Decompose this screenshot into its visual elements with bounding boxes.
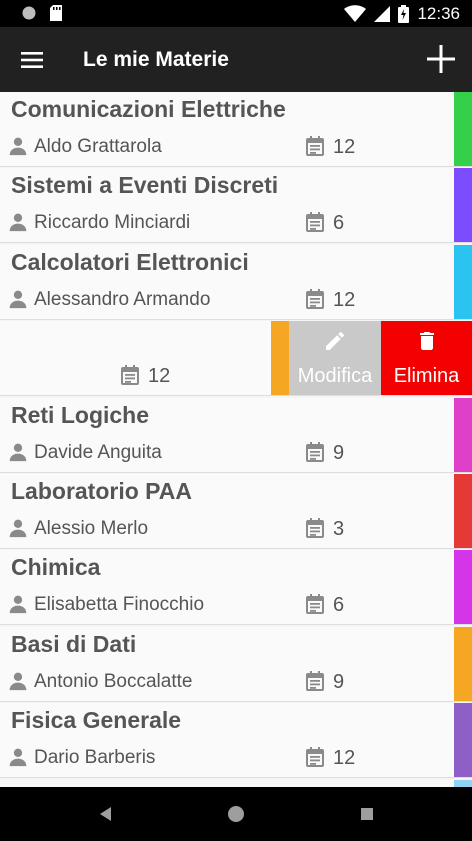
calendar-icon <box>303 745 327 769</box>
person-icon <box>8 442 28 462</box>
calendar-icon <box>303 516 327 540</box>
list-item[interactable]: Calcolatori Elettronici Alessandro Armand… <box>0 244 472 320</box>
color-stripe <box>454 474 472 548</box>
credits-value: 9 <box>333 441 345 464</box>
teacher-name: Antonio Boccalatte <box>34 670 193 692</box>
status-bar: 12:36 <box>0 0 472 27</box>
credits-value: 12 <box>148 365 171 388</box>
list-item-content <box>0 780 454 787</box>
color-stripe <box>454 397 472 472</box>
color-stripe <box>271 321 289 396</box>
teacher-name: Elisabetta Finocchio <box>34 594 205 616</box>
person-icon <box>8 212 28 232</box>
calendar-icon <box>303 210 327 234</box>
credits-value: 9 <box>333 670 345 693</box>
subject-name: Reti Logiche <box>11 401 150 428</box>
person-icon <box>8 289 28 309</box>
color-stripe <box>454 550 472 625</box>
signal-icon <box>374 6 391 22</box>
back-icon[interactable] <box>96 804 116 824</box>
subject-name: Comunicazioni Elettriche <box>11 96 286 122</box>
add-icon[interactable] <box>424 42 458 76</box>
teacher-name: Davide Anguita <box>34 441 162 463</box>
person-icon <box>8 747 28 767</box>
list-item[interactable]: atica12 Modifica Elimina <box>0 321 472 397</box>
subject-name: Fisica Generale <box>11 707 182 734</box>
credits-value: 3 <box>333 518 345 540</box>
list-item[interactable]: Reti Logiche Davide Anguita 9 <box>0 397 472 473</box>
teacher-name: Dario Barberis <box>34 747 156 769</box>
color-stripe <box>454 626 472 701</box>
color-stripe <box>454 92 472 166</box>
color-stripe <box>454 168 472 243</box>
trash-icon <box>415 329 439 365</box>
credits-value: 6 <box>333 212 345 235</box>
person-icon <box>8 594 28 614</box>
list-item-content: Sistemi a Eventi Discreti Riccardo Mincia… <box>0 168 454 242</box>
subject-name: Basi di Dati <box>11 630 137 657</box>
person-icon <box>8 136 28 156</box>
credits-value: 6 <box>333 594 345 617</box>
color-stripe <box>454 244 472 319</box>
calendar-icon <box>303 287 327 311</box>
list-item-content: Chimica Elisabetta Finocchio 6 <box>0 550 454 624</box>
list-item[interactable] <box>0 779 472 787</box>
delete-button[interactable]: Elimina <box>381 321 472 396</box>
menu-icon[interactable] <box>18 45 48 75</box>
wifi-icon <box>344 5 367 22</box>
calendar-icon <box>118 363 142 387</box>
subject-name: Sistemi a Eventi Discreti <box>11 172 279 199</box>
person-icon <box>8 671 28 691</box>
app-bar: Le mie Materie <box>0 27 472 92</box>
list-item[interactable]: Fisica Generale Dario Barberis 12 <box>0 703 472 779</box>
list-item-content: atica12 <box>0 321 196 395</box>
teacher-name: Alessio Merlo <box>34 518 149 539</box>
recents-icon[interactable] <box>357 804 377 824</box>
edit-button[interactable]: Modifica <box>289 321 381 396</box>
subject-name: Calcolatori Elettronici <box>11 248 249 275</box>
list-item[interactable]: Sistemi a Eventi Discreti Riccardo Mincia… <box>0 168 472 244</box>
color-stripe <box>454 703 472 778</box>
delete-label: Elimina <box>393 365 460 388</box>
list-item[interactable]: Chimica Elisabetta Finocchio 6 <box>0 550 472 626</box>
subject-name: Chimica <box>11 554 101 581</box>
teacher-name: Aldo Grattarola <box>34 136 162 157</box>
list-item-content: Comunicazioni Elettriche Aldo Grattarola 1… <box>0 92 454 166</box>
teacher-name: Alessandro Armando <box>34 288 211 310</box>
list-item[interactable]: Laboratorio PAA Alessio Merlo 3 <box>0 474 472 549</box>
list-item-content: Basi di Dati Antonio Boccalatte 9 <box>0 627 454 701</box>
calendar-icon <box>303 134 327 158</box>
list-item-content: Laboratorio PAA Alessio Merlo 3 <box>0 474 454 548</box>
status-time: 12:36 <box>417 4 460 23</box>
page-title: Le mie Materie <box>83 48 229 71</box>
home-icon[interactable] <box>226 804 246 824</box>
calendar-icon <box>303 440 327 464</box>
navigation-bar <box>0 787 472 841</box>
calendar-icon <box>303 592 327 616</box>
person-icon <box>8 518 28 538</box>
sd-card-icon <box>50 5 62 21</box>
teacher-name: Riccardo Minciardi <box>34 212 191 234</box>
pencil-icon <box>323 329 347 365</box>
list-item-content: Fisica Generale Dario Barberis 12 <box>0 703 454 777</box>
list-item[interactable]: Basi di Dati Antonio Boccalatte 9 <box>0 626 472 702</box>
list-item-content: Calcolatori Elettronici Alessandro Armand… <box>0 245 454 319</box>
color-stripe <box>454 779 472 787</box>
edit-label: Modifica <box>297 365 373 388</box>
list-item[interactable]: Comunicazioni Elettriche Aldo Grattarola 1… <box>0 92 472 167</box>
subject-list: Comunicazioni Elettriche Aldo Grattarola 1… <box>0 92 472 787</box>
list-item-content: Reti Logiche Davide Anguita 9 <box>0 398 454 472</box>
credits-value: 12 <box>333 747 356 770</box>
subject-name: Laboratorio PAA <box>11 478 193 504</box>
calendar-icon <box>303 669 327 693</box>
credits-value: 12 <box>333 288 356 311</box>
notification-dot-icon <box>22 6 36 20</box>
battery-charging-icon <box>398 5 410 23</box>
credits-value: 12 <box>333 136 356 158</box>
